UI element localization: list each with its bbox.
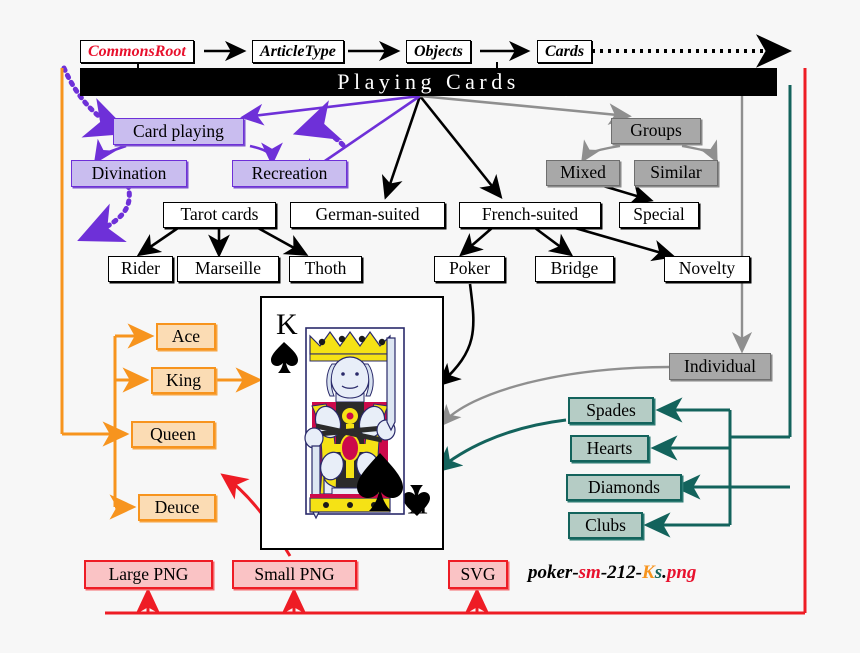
filename-part-base1: poker- bbox=[528, 562, 579, 583]
node-rank-king[interactable]: King bbox=[151, 367, 216, 394]
breadcrumb-objects[interactable]: Objects bbox=[406, 40, 471, 63]
node-poker[interactable]: Poker bbox=[434, 256, 505, 282]
node-suit-clubs[interactable]: Clubs bbox=[568, 512, 643, 539]
node-thoth[interactable]: Thoth bbox=[289, 256, 362, 282]
node-bridge[interactable]: Bridge bbox=[535, 256, 614, 282]
node-format-large-png[interactable]: Large PNG bbox=[84, 560, 213, 589]
node-german-suited[interactable]: German-suited bbox=[290, 202, 445, 228]
card-artwork: K K bbox=[262, 298, 438, 544]
breadcrumb-commonsroot[interactable]: CommonsRoot bbox=[80, 40, 194, 63]
filename-part-format: png bbox=[666, 562, 697, 583]
breadcrumb-articletype[interactable]: ArticleType bbox=[252, 40, 344, 63]
node-format-small-png[interactable]: Small PNG bbox=[232, 560, 357, 589]
node-suit-diamonds[interactable]: Diamonds bbox=[566, 474, 682, 501]
node-similar[interactable]: Similar bbox=[634, 160, 718, 186]
node-rider[interactable]: Rider bbox=[108, 256, 173, 282]
filename-part-suit: s bbox=[654, 562, 663, 583]
node-suit-spades[interactable]: Spades bbox=[568, 397, 654, 424]
breadcrumb-cards[interactable]: Cards bbox=[537, 40, 593, 63]
playing-card-image[interactable]: K K bbox=[260, 296, 444, 550]
node-mixed[interactable]: Mixed bbox=[546, 160, 620, 186]
card-rank-index-top: K bbox=[276, 308, 298, 341]
page-title-banner: Playing Cards bbox=[80, 68, 777, 96]
node-groups[interactable]: Groups bbox=[611, 118, 701, 144]
node-suit-hearts[interactable]: Hearts bbox=[570, 435, 649, 462]
filename-part-base2: -212- bbox=[600, 562, 642, 583]
filename-part-size: sm bbox=[578, 562, 601, 583]
node-individual[interactable]: Individual bbox=[669, 353, 771, 380]
node-recreation[interactable]: Recreation bbox=[232, 160, 347, 187]
node-rank-ace[interactable]: Ace bbox=[156, 323, 216, 350]
node-format-svg[interactable]: SVG bbox=[448, 560, 508, 589]
diagram-canvas: CommonsRoot ArticleType Objects Cards Pl… bbox=[0, 0, 860, 653]
node-rank-queen[interactable]: Queen bbox=[131, 421, 215, 448]
node-divination[interactable]: Divination bbox=[71, 160, 187, 187]
node-french-suited[interactable]: French-suited bbox=[459, 202, 601, 228]
node-rank-deuce[interactable]: Deuce bbox=[138, 494, 216, 521]
node-novelty[interactable]: Novelty bbox=[664, 256, 750, 282]
node-tarot-cards[interactable]: Tarot cards bbox=[163, 202, 276, 228]
card-face-artwork bbox=[304, 327, 405, 520]
node-card-playing[interactable]: Card playing bbox=[113, 118, 244, 145]
card-sword-upper bbox=[386, 337, 396, 432]
node-special[interactable]: Special bbox=[619, 202, 699, 228]
node-marseille[interactable]: Marseille bbox=[177, 256, 279, 282]
card-hand-left bbox=[304, 427, 324, 449]
filename-label: poker-sm-212-Ks.png bbox=[528, 562, 696, 584]
filename-part-rank: K bbox=[642, 562, 655, 583]
